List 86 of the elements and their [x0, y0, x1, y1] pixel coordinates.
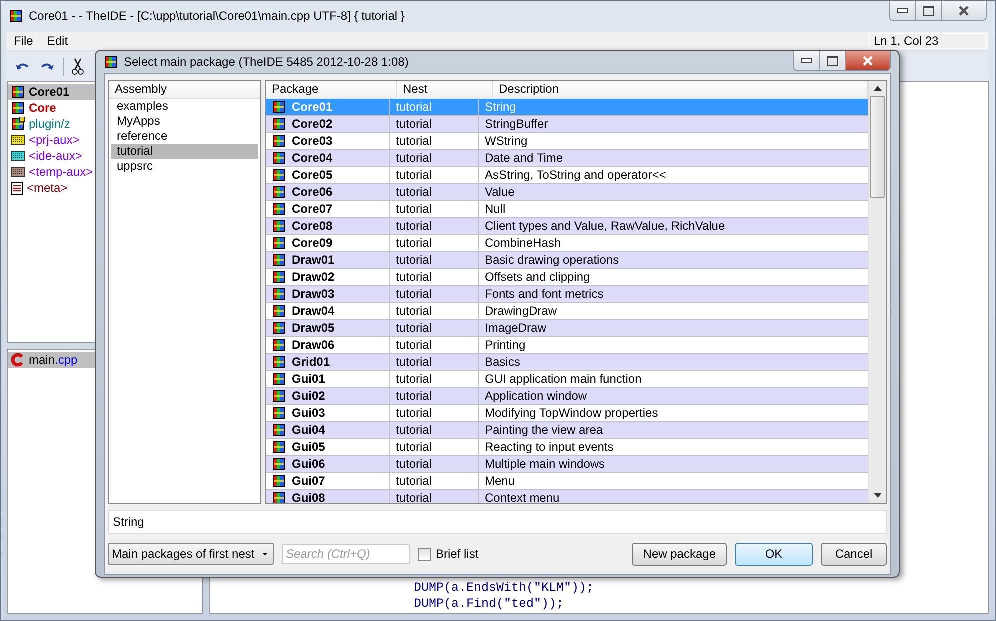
table-cell: tutorial	[396, 440, 432, 454]
table-cell: Core06	[292, 185, 333, 199]
code-line: DUMP(a.Find("ted"));	[414, 597, 566, 613]
table-cell: tutorial	[396, 236, 432, 250]
table-cell: Draw05	[292, 321, 335, 335]
table-cell: StringBuffer	[485, 117, 548, 131]
table-cell: tutorial	[396, 491, 432, 503]
table-cell: Modifying TopWindow properties	[485, 406, 658, 420]
table-cell: Offsets and clipping	[485, 270, 590, 284]
table-cell: tutorial	[396, 406, 432, 420]
table-cell: Reacting to input events	[485, 440, 614, 454]
cursor-position: Ln 1, Col 23	[869, 33, 987, 49]
table-cell: Draw02	[292, 270, 335, 284]
table-cell: Menu	[485, 474, 516, 488]
table-cell: Draw01	[292, 253, 335, 267]
table-cell: Core03	[292, 134, 333, 148]
table-cell: tutorial	[396, 372, 432, 386]
table-cell: Draw03	[292, 287, 335, 301]
table-cell: Draw06	[292, 338, 335, 352]
table-cell: Date and Time	[485, 151, 564, 165]
file-name: main.cpp	[29, 353, 78, 367]
package-name: <meta>	[27, 181, 68, 195]
table-cell: Draw04	[292, 304, 335, 318]
package-name: <prj-aux>	[29, 133, 80, 147]
table-cell: tutorial	[396, 253, 432, 267]
table-cell: Application window	[485, 389, 588, 403]
table-cell: Basics	[485, 355, 520, 369]
table-cell: Fonts and font metrics	[485, 287, 604, 301]
table-cell: Gui06	[292, 457, 326, 471]
table-cell: String	[485, 100, 516, 114]
table-cell: Grid01	[292, 355, 330, 369]
table-cell: Client types and Value, RawValue, RichValue	[485, 219, 726, 233]
table-cell: tutorial	[396, 185, 432, 199]
description-field: String	[108, 510, 887, 534]
dialog-title: Select main package (TheIDE 5485 2012-10-28 1:08)	[124, 55, 409, 69]
table-cell: Basic drawing operations	[485, 253, 620, 267]
table-cell: Null	[485, 202, 506, 216]
package-name: Core01	[29, 85, 70, 99]
table-cell: tutorial	[396, 117, 432, 131]
table-cell: Gui08	[292, 491, 326, 503]
window-title: Core01 - - TheIDE - [C:\upp\tutorial\Core01\main.cpp UTF-8] { tutorial }	[29, 9, 405, 23]
package-name: Core	[29, 101, 56, 115]
table-cell: Core04	[292, 151, 333, 165]
table-cell: tutorial	[396, 423, 432, 437]
table-cell: tutorial	[396, 134, 432, 148]
table-cell: tutorial	[396, 100, 432, 114]
table-cell: Gui01	[292, 372, 326, 386]
table-cell: Painting the view area	[485, 423, 604, 437]
table-cell: Gui05	[292, 440, 326, 454]
table-cell: Value	[485, 185, 515, 199]
table-cell: ImageDraw	[485, 321, 546, 335]
table-cell: tutorial	[396, 304, 432, 318]
table-cell: Context menu	[485, 491, 560, 503]
table-cell: Core02	[292, 117, 333, 131]
table-cell: Core08	[292, 219, 333, 233]
table-cell: Core09	[292, 236, 333, 250]
table-cell: tutorial	[396, 355, 432, 369]
table-cell: Core01	[292, 100, 333, 114]
table-cell: tutorial	[396, 338, 432, 352]
table-cell: tutorial	[396, 202, 432, 216]
package-name: <ide-aux>	[29, 149, 82, 163]
table-cell: Gui03	[292, 406, 326, 420]
table-cell: Core05	[292, 168, 333, 182]
table-cell: tutorial	[396, 321, 432, 335]
package-name: <temp-aux>	[29, 165, 94, 179]
table-cell: Gui02	[292, 389, 326, 403]
table-cell: CombineHash	[485, 236, 562, 250]
package-name: plugin/z	[29, 117, 70, 131]
table-cell: Multiple main windows	[485, 457, 606, 471]
table-cell: GUI application main function	[485, 372, 642, 386]
table-cell: tutorial	[396, 287, 432, 301]
table-cell: tutorial	[396, 151, 432, 165]
table-cell: tutorial	[396, 474, 432, 488]
table-cell: Gui04	[292, 423, 326, 437]
table-cell: Core07	[292, 202, 333, 216]
table-cell: AsString, ToString and operator<<	[485, 168, 666, 182]
table-cell: Printing	[485, 338, 526, 352]
table-cell: Gui07	[292, 474, 326, 488]
table-cell: DrawingDraw	[485, 304, 558, 318]
table-cell: tutorial	[396, 270, 432, 284]
table-cell: tutorial	[396, 168, 432, 182]
table-cell: tutorial	[396, 457, 432, 471]
table-cell: tutorial	[396, 389, 432, 403]
table-cell: WString	[485, 134, 528, 148]
table-cell: tutorial	[396, 219, 432, 233]
code-line: DUMP(a.EndsWith("KLM"));	[414, 581, 594, 597]
